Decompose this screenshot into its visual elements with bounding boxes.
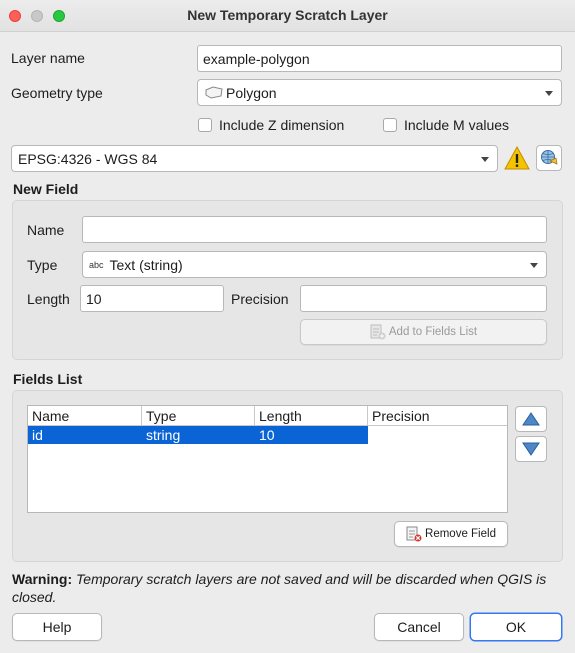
table-row[interactable]: id string 10 [28,426,507,444]
cell-type: string [146,427,181,443]
field-name-input[interactable] [82,216,547,243]
chevron-down-icon [530,262,538,268]
move-field-down-button[interactable] [515,436,547,462]
column-header-precision[interactable]: Precision [368,406,507,426]
crs-combo[interactable]: EPSG:4326 - WGS 84 [11,145,498,172]
field-length-input[interactable]: 10 [80,285,224,312]
layer-name-input[interactable]: example-polygon [197,45,562,72]
add-to-fields-list-label: Add to Fields List [388,326,478,338]
column-header-name[interactable]: Name [28,406,142,426]
table-header: Name Type Length Precision [28,406,507,426]
field-length-label: Length [27,291,70,307]
cell-name: id [32,427,43,443]
cancel-button[interactable]: Cancel [374,613,464,641]
select-crs-button[interactable] [536,145,562,171]
add-to-fields-list-button[interactable]: Add to Fields List [300,319,547,345]
geometry-type-combo[interactable]: Polygon [197,79,562,106]
include-m-checkbox[interactable]: Include M values [383,117,509,133]
cell-precision [368,426,507,444]
arrow-up-icon [522,412,540,426]
geometry-type-value: Polygon [226,84,277,101]
fields-table[interactable]: Name Type Length Precision id string 10 [27,405,508,513]
warning-message: Warning: Temporary scratch layers are no… [12,570,557,606]
field-precision-input[interactable] [300,285,547,312]
fields-list-section-title: Fields List [13,371,83,387]
column-header-type[interactable]: Type [142,406,255,426]
warning-text: Temporary scratch layers are not saved a… [12,571,547,605]
chevron-down-icon [481,156,489,162]
include-z-label: Include Z dimension [219,117,345,133]
add-field-icon [370,324,386,340]
dialog-window: New Temporary Scratch Layer Layer name e… [0,0,575,653]
layer-name-label: Layer name [11,50,85,66]
field-type-label: Type [27,257,58,273]
remove-field-button[interactable]: Remove Field [394,521,508,547]
warning-triangle-icon [504,145,530,170]
include-z-checkbox[interactable]: Include Z dimension [198,117,344,133]
cell-length: 10 [259,427,275,443]
ok-button[interactable]: OK [470,613,562,641]
warning-label: Warning: [12,571,73,587]
crs-value: EPSG:4326 - WGS 84 [18,150,158,167]
geometry-type-label: Geometry type [11,85,103,101]
arrow-down-icon [522,442,540,456]
move-field-up-button[interactable] [515,406,547,432]
remove-field-label: Remove Field [425,528,496,540]
text-type-icon: abc [89,259,104,270]
help-button[interactable]: Help [12,613,102,641]
include-m-label: Include M values [404,117,510,133]
new-field-section-title: New Field [13,181,79,197]
checkbox-box[interactable] [198,118,212,132]
title-bar: New Temporary Scratch Layer [0,0,575,32]
column-header-length[interactable]: Length [255,406,368,426]
field-type-value: Text (string) [109,256,183,273]
checkbox-box[interactable] [383,118,397,132]
field-precision-label: Precision [231,291,289,307]
field-name-label: Name [27,222,65,238]
window-title: New Temporary Scratch Layer [187,7,388,23]
chevron-down-icon [545,90,553,96]
remove-field-icon [406,526,422,542]
globe-crs-icon [541,150,558,165]
polygon-icon [205,85,223,99]
field-type-combo[interactable]: abc Text (string) [82,251,547,278]
